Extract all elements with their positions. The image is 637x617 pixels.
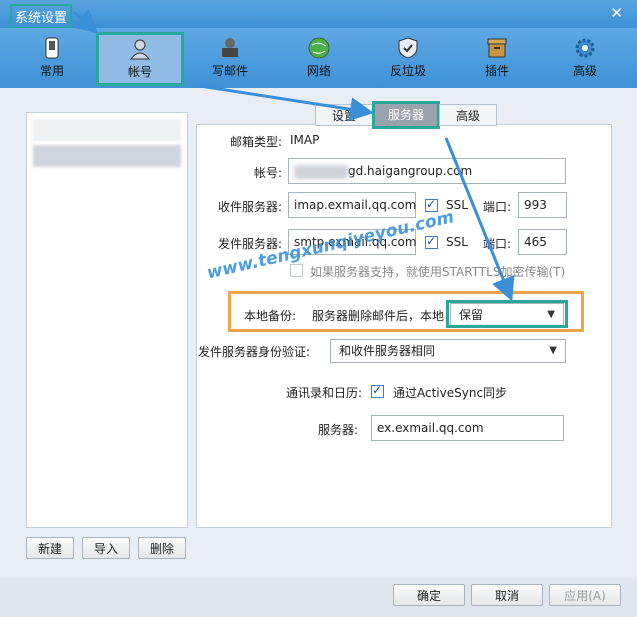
toolbar-label: 网络 — [306, 64, 331, 78]
incoming-server-field[interactable]: imap.exmail.qq.com — [288, 192, 416, 218]
ok-button[interactable]: 确定 — [393, 584, 465, 606]
mailbox-type-value: IMAP — [290, 133, 320, 147]
toolbar-label: 常用 — [39, 64, 64, 78]
user-icon — [129, 39, 151, 60]
new-button[interactable]: 新建 — [26, 537, 74, 559]
import-button[interactable]: 导入 — [82, 537, 130, 559]
tab-advanced[interactable]: 高级 — [439, 104, 497, 126]
box-icon — [487, 38, 507, 58]
incoming-port-label: 端口: — [483, 200, 512, 214]
shield-icon — [398, 37, 418, 59]
toolbar-label: 插件 — [484, 64, 509, 78]
toolbar: 常用 帐号 写邮件 网络 反垃圾 插件 高级 — [0, 28, 637, 88]
delete-button[interactable]: 删除 — [138, 537, 186, 559]
window-title: 系统设置 — [10, 4, 73, 29]
cancel-button[interactable]: 取消 — [471, 584, 543, 606]
auth-select-value: 和收件服务器相同 — [339, 344, 436, 358]
account-list[interactable] — [26, 112, 188, 528]
account-field[interactable]: gd.haigangroup.com — [288, 158, 566, 184]
server-field[interactable]: ex.exmail.qq.com — [371, 415, 564, 441]
tab-server[interactable]: 服务器 — [372, 101, 440, 129]
contacts-label: 通讯录和日历: — [285, 386, 362, 400]
title-bar: 系统设置 ✕ — [0, 0, 637, 29]
toolbar-label: 反垃圾 — [389, 64, 426, 78]
outgoing-ssl-checkbox[interactable] — [425, 234, 438, 249]
highlight-box-teal — [446, 300, 568, 328]
server-label: 服务器: — [317, 423, 358, 437]
account-field-value: gd.haigangroup.com — [348, 164, 473, 178]
toolbar-label: 帐号 — [127, 65, 152, 79]
toolbar-item-network[interactable]: 网络 — [283, 34, 355, 84]
globe-icon — [308, 37, 330, 59]
apply-button[interactable]: 应用(A) — [549, 584, 621, 606]
settings-window: 系统设置 ✕ 常用 帐号 写邮件 网络 反垃圾 插件 高级 新建 导入 删除 设… — [0, 0, 637, 617]
starttls-label: 如果服务器支持，就使用STARTTLS加密传输(T) — [310, 265, 566, 279]
toolbar-label: 写邮件 — [211, 64, 248, 78]
auth-label: 发件服务器身份验证: — [197, 345, 310, 359]
chevron-down-icon: ▼ — [549, 345, 557, 356]
gear-icon — [575, 38, 595, 58]
list-item[interactable] — [33, 119, 181, 141]
incoming-port-field[interactable]: 993 — [518, 192, 567, 218]
mailbox-type-label: 邮箱类型: — [229, 135, 282, 149]
toolbar-item-account[interactable]: 帐号 — [96, 32, 184, 86]
redacted-username — [294, 164, 348, 179]
starttls-checkbox[interactable] — [290, 264, 303, 277]
toolbar-item-antispam[interactable]: 反垃圾 — [372, 34, 444, 84]
toolbar-item-compose[interactable]: 写邮件 — [194, 34, 266, 84]
toolbar-label: 高级 — [572, 64, 597, 78]
list-item[interactable] — [33, 145, 181, 167]
phone-icon — [45, 37, 59, 59]
toolbar-item-advanced[interactable]: 高级 — [549, 34, 621, 84]
outgoing-port-label: 端口: — [483, 237, 512, 251]
activesync-label: 通过ActiveSync同步 — [393, 386, 508, 400]
stamp-icon — [222, 38, 238, 57]
outgoing-ssl-label: SSL — [446, 235, 468, 249]
outgoing-port-field[interactable]: 465 — [518, 229, 567, 255]
toolbar-item-plugins[interactable]: 插件 — [461, 34, 533, 84]
toolbar-item-general[interactable]: 常用 — [16, 34, 88, 84]
close-icon[interactable]: ✕ — [610, 4, 623, 22]
activesync-checkbox[interactable] — [371, 383, 384, 398]
account-label: 帐号: — [253, 166, 282, 180]
incoming-server-label: 收件服务器: — [217, 200, 282, 214]
tab-settings[interactable]: 设置 — [315, 104, 373, 126]
auth-select[interactable]: 和收件服务器相同 ▼ — [330, 339, 566, 363]
